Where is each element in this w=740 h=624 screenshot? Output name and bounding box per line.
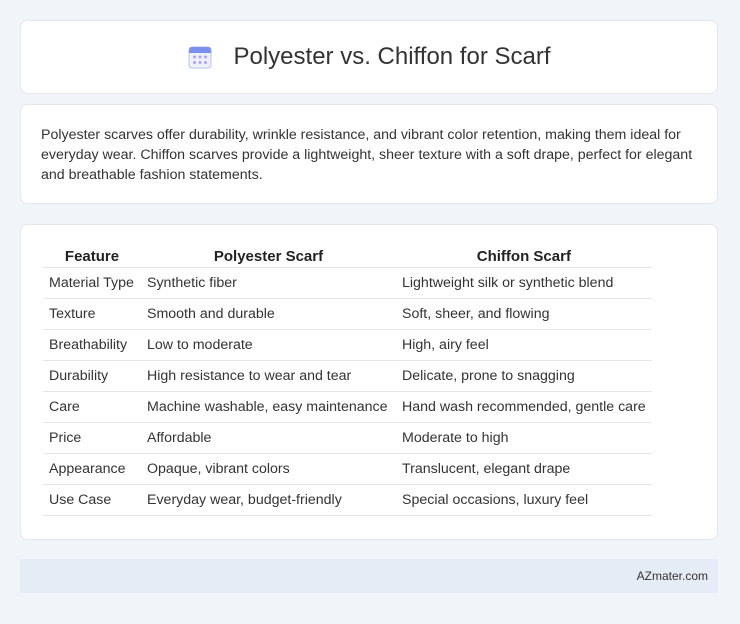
footer-site-label: AZmater.com: [636, 569, 708, 583]
intro-card: Polyester scarves offer durability, wrin…: [20, 104, 718, 204]
polyester-cell: Smooth and durable: [141, 298, 396, 330]
page-title: Polyester vs. Chiffon for Scarf: [233, 43, 551, 70]
polyester-cell: Opaque, vibrant colors: [141, 453, 396, 485]
chiffon-cell: Translucent, elegant drape: [396, 453, 652, 485]
table-row: Use Case Everyday wear, budget-friendly …: [43, 484, 652, 516]
polyester-cell: Affordable: [141, 422, 396, 454]
polyester-cell: Machine washable, easy maintenance: [141, 391, 396, 423]
feature-cell: Texture: [43, 298, 141, 330]
feature-cell: Care: [43, 391, 141, 423]
table-body: Material Type Synthetic fiber Lightweigh…: [43, 267, 652, 516]
table-row: Material Type Synthetic fiber Lightweigh…: [43, 267, 652, 299]
intro-text: Polyester scarves offer durability, wrin…: [41, 127, 693, 183]
table-row: Appearance Opaque, vibrant colors Transl…: [43, 453, 652, 485]
chiffon-cell: Special occasions, luxury feel: [396, 484, 652, 516]
feature-cell: Use Case: [43, 484, 141, 516]
comparison-table: Feature Polyester Scarf Chiffon Scarf Ma…: [43, 243, 652, 516]
column-header-chiffon: Chiffon Scarf: [396, 243, 652, 268]
column-header-polyester: Polyester Scarf: [141, 243, 396, 268]
table-row: Durability High resistance to wear and t…: [43, 360, 652, 392]
feature-cell: Durability: [43, 360, 141, 392]
feature-cell: Appearance: [43, 453, 141, 485]
polyester-cell: Everyday wear, budget-friendly: [141, 484, 396, 516]
column-header-feature: Feature: [43, 243, 141, 268]
chiffon-cell: High, airy feel: [396, 329, 652, 361]
comparison-card: Feature Polyester Scarf Chiffon Scarf Ma…: [20, 224, 718, 540]
feature-cell: Breathability: [43, 329, 141, 361]
chiffon-cell: Moderate to high: [396, 422, 652, 454]
table-row: Care Machine washable, easy maintenance …: [43, 391, 652, 423]
table-header-row: Feature Polyester Scarf Chiffon Scarf: [43, 243, 652, 268]
polyester-cell: Synthetic fiber: [141, 267, 396, 299]
table-row: Breathability Low to moderate High, airy…: [43, 329, 652, 361]
calendar-icon: [188, 46, 212, 69]
polyester-cell: High resistance to wear and tear: [141, 360, 396, 392]
chiffon-cell: Soft, sheer, and flowing: [396, 298, 652, 330]
feature-cell: Price: [43, 422, 141, 454]
table-row: Texture Smooth and durable Soft, sheer, …: [43, 298, 652, 330]
title-wrap: Polyester vs. Chiffon for Scarf: [187, 43, 551, 71]
table-row: Price Affordable Moderate to high: [43, 422, 652, 454]
chiffon-cell: Hand wash recommended, gentle care: [396, 391, 652, 423]
chiffon-cell: Delicate, prone to snagging: [396, 360, 652, 392]
feature-cell: Material Type: [43, 267, 141, 299]
title-card: Polyester vs. Chiffon for Scarf: [20, 20, 718, 94]
footer: AZmater.com: [20, 559, 718, 593]
chiffon-cell: Lightweight silk or synthetic blend: [396, 267, 652, 299]
polyester-cell: Low to moderate: [141, 329, 396, 361]
